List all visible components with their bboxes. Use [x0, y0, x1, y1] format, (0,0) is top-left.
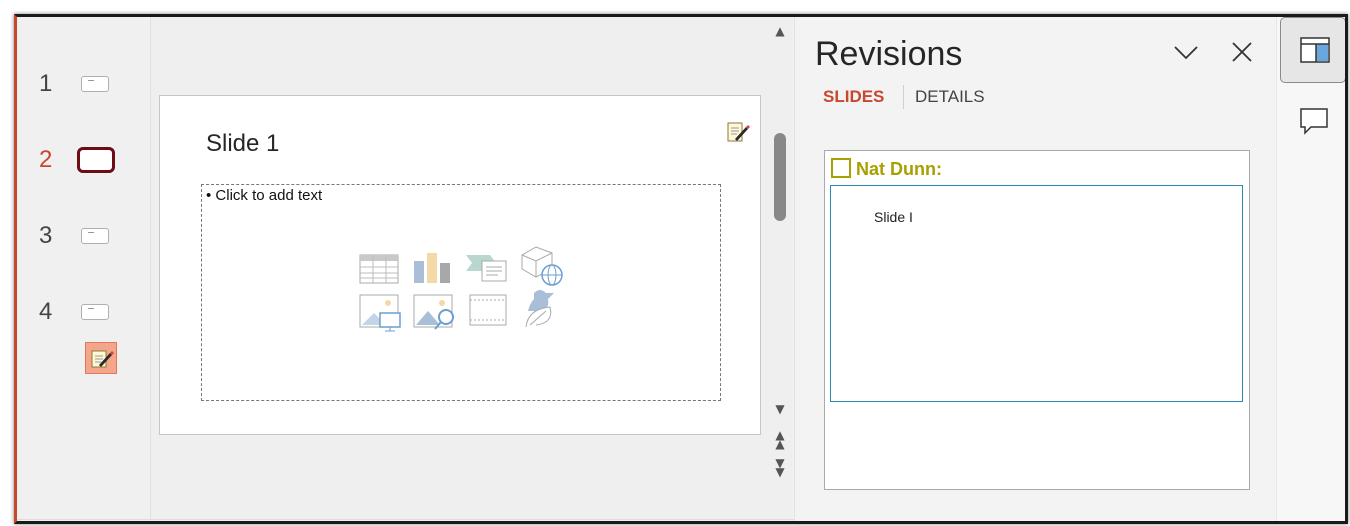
picture-icon[interactable] — [358, 293, 402, 333]
slide-canvas[interactable]: Slide 1 • Click to add text — [159, 95, 761, 435]
tab-divider — [903, 85, 904, 109]
tab-details[interactable]: DETAILS — [915, 87, 985, 107]
content-placeholder[interactable]: • Click to add text — [201, 184, 721, 401]
scroll-thumb[interactable] — [774, 133, 786, 221]
change-detail-box: Slide I — [830, 185, 1243, 402]
close-icon[interactable] — [1227, 37, 1257, 67]
comment-icon — [1300, 108, 1328, 135]
next-slide-icon[interactable]: ▼ ▼ — [772, 457, 788, 478]
revisions-pane: Revisions SLIDES DETAILS Nat Dunn: Slide… — [794, 17, 1277, 521]
thumbnail-number: 1 — [39, 70, 53, 97]
thumbnail-slide-3[interactable]: 3 — [17, 222, 150, 262]
thumbnail-preview[interactable] — [81, 76, 109, 92]
thumbnail-slide-4[interactable]: 4 — [17, 298, 150, 338]
slide-changes-list: Nat Dunn: Slide I — [824, 150, 1250, 490]
tab-slides[interactable]: SLIDES — [823, 87, 884, 107]
scroll-up-arrow-icon[interactable]: ▲ — [772, 23, 788, 39]
thumbnail-slide-1[interactable]: 1 — [17, 70, 150, 110]
thumbnail-number: 3 — [39, 222, 53, 249]
pane-options-chevron-icon[interactable] — [1171, 37, 1201, 67]
reviewer-name: Nat Dunn: — [856, 159, 942, 179]
scroll-down-arrow-icon[interactable]: ▼ — [772, 401, 788, 417]
table-icon[interactable] — [358, 251, 402, 287]
insert-icons-group — [358, 246, 568, 335]
video-icon[interactable] — [468, 293, 512, 329]
revision-marker-icon[interactable] — [85, 342, 117, 374]
thumbnail-preview[interactable] — [81, 228, 109, 244]
3d-model-icon[interactable] — [518, 245, 563, 287]
revisions-pane-toggle-button[interactable] — [1280, 17, 1345, 83]
thumbnail-preview[interactable] — [81, 304, 109, 320]
comments-button[interactable] — [1280, 87, 1345, 153]
revisions-pane-icon — [1300, 37, 1330, 63]
previous-slide-icon[interactable]: ▲ ▲ — [772, 429, 788, 450]
change-item[interactable]: Slide I — [874, 209, 913, 225]
thumbnail-number: 2 — [39, 146, 53, 173]
smartart-icon[interactable] — [464, 251, 508, 287]
revisions-pane-title: Revisions — [815, 35, 963, 73]
right-side-rail — [1276, 17, 1345, 521]
chart-icon[interactable] — [412, 251, 456, 287]
slide-thumbnail-pane: 1 2 3 4 — [17, 17, 151, 521]
slide-editing-pane: Slide 1 • Click to add text — [151, 17, 767, 521]
thumbnail-number: 4 — [39, 298, 53, 325]
revision-note-icon[interactable] — [726, 120, 750, 144]
online-picture-icon[interactable] — [412, 293, 456, 333]
thumbnail-slide-2[interactable]: 2 — [17, 146, 150, 186]
slide-title[interactable]: Slide 1 — [206, 130, 279, 158]
thumbnail-preview[interactable] — [77, 147, 115, 173]
powerpoint-window: 1 2 3 4 Slide 1 • Click to add text ▲ ▼ … — [14, 14, 1348, 524]
vertical-scrollbar[interactable]: ▲ ▼ ▲ ▲ ▼ ▼ — [767, 17, 793, 521]
accept-all-checkbox[interactable] — [831, 158, 851, 178]
editor-bottom-edge — [17, 519, 797, 521]
placeholder-text: • Click to add text — [206, 187, 323, 204]
icons-icon[interactable] — [520, 287, 564, 329]
